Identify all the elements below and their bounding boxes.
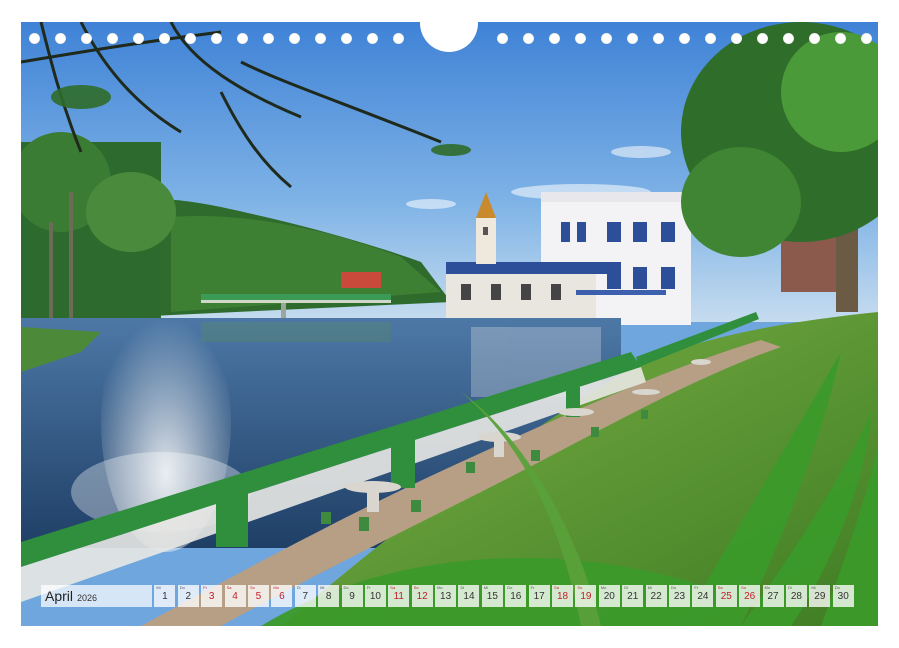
day-number: 19 (580, 591, 592, 602)
day-cell: Fr 17 (528, 585, 550, 607)
day-cell: Mi 8 (318, 585, 340, 607)
day-cell: Mi 29 (809, 585, 831, 607)
day-cell: Di 14 (458, 585, 480, 607)
day-cell: Sa 4 (224, 585, 246, 607)
day-cell: So 26 (739, 585, 761, 607)
day-cell: Mo 13 (435, 585, 457, 607)
day-cell: Sa 25 (715, 585, 737, 607)
day-number: 26 (744, 591, 756, 602)
day-cell: Do 2 (177, 585, 199, 607)
month-name: April (45, 588, 74, 604)
day-cell: Mo 20 (598, 585, 620, 607)
day-number: 4 (232, 591, 238, 602)
day-number: 2 (185, 591, 192, 602)
day-number: 11 (393, 591, 404, 602)
day-number: 17 (533, 591, 545, 602)
river-town-photo (21, 22, 878, 626)
day-number: 20 (603, 591, 615, 602)
day-number: 28 (790, 591, 802, 602)
day-cell: Di 21 (622, 585, 644, 607)
day-cell: Do 16 (505, 585, 527, 607)
day-number: 30 (837, 591, 849, 602)
day-number: 5 (255, 591, 262, 602)
date-strip: April 2026 Mi 1 Do 2 Fr 3 Sa 4 So 5 Mo 6 Di 7 Mi 8 Do 9 Fr… (41, 585, 857, 607)
red-roof-house (341, 272, 381, 288)
day-cell: Do 9 (341, 585, 363, 607)
day-number: 3 (208, 591, 215, 602)
day-cell: Mi 15 (481, 585, 503, 607)
day-number: 21 (627, 591, 639, 602)
day-number: 15 (486, 591, 498, 602)
day-cell: So 12 (411, 585, 433, 607)
day-cell: Do 23 (668, 585, 690, 607)
day-number: 10 (369, 591, 381, 602)
day-cell: Di 7 (294, 585, 316, 607)
month-label: April 2026 (41, 585, 152, 607)
day-cell: So 19 (575, 585, 597, 607)
month-year: 2026 (77, 592, 98, 603)
day-number: 29 (814, 591, 826, 602)
day-number: 25 (720, 591, 732, 602)
day-number: 22 (650, 591, 662, 602)
day-number: 6 (279, 591, 285, 602)
calendar-page (21, 22, 878, 626)
day-number: 7 (302, 591, 309, 602)
day-cell: Fr 3 (201, 585, 223, 607)
day-number: 1 (162, 591, 168, 602)
day-cell: Sa 11 (388, 585, 410, 607)
day-cell: Mo 27 (762, 585, 784, 607)
day-number: 27 (767, 591, 779, 602)
day-cells: Mi 1 Do 2 Fr 3 Sa 4 So 5 Mo 6 Di 7 Mi 8 Do 9 Fr 10 Sa 11 So 12 M… (152, 585, 854, 607)
day-number: 8 (325, 591, 332, 602)
day-cell: Di 28 (785, 585, 807, 607)
day-cell: Sa 18 (552, 585, 574, 607)
day-cell: Do 30 (832, 585, 854, 607)
day-number: 13 (440, 591, 452, 602)
day-cell: Fr 10 (364, 585, 386, 607)
day-number: 12 (416, 591, 428, 602)
day-number: 14 (463, 591, 475, 602)
day-number: 18 (556, 591, 569, 602)
day-number: 16 (510, 591, 522, 602)
day-cell: Mo 6 (271, 585, 293, 607)
day-number: 9 (349, 591, 355, 602)
day-cell: Mi 1 (154, 585, 176, 607)
day-cell: Mi 22 (645, 585, 667, 607)
day-number: 23 (673, 591, 686, 602)
day-cell: So 5 (247, 585, 269, 607)
day-number: 24 (697, 591, 709, 602)
day-cell: Fr 24 (692, 585, 714, 607)
